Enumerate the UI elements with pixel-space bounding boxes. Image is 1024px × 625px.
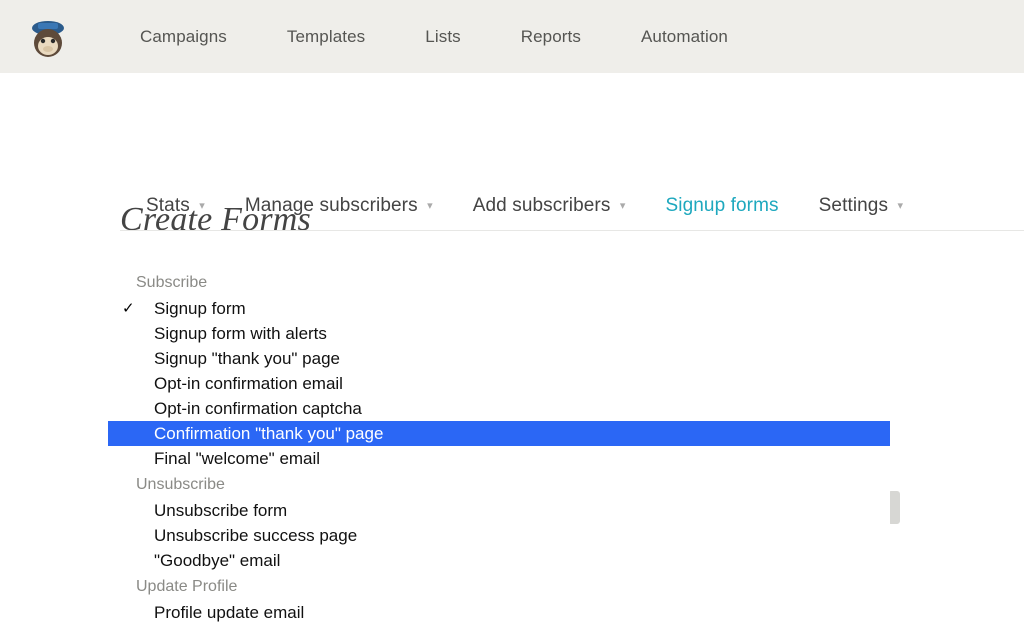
group-unsubscribe: Unsubscribe (108, 471, 890, 498)
tab-manage-subscribers[interactable]: Manage subscribers ▾ (245, 195, 433, 217)
tab-label: Settings (819, 195, 888, 216)
group-subscribe: Subscribe (108, 269, 890, 296)
tab-add-subscribers[interactable]: Add subscribers ▾ (473, 195, 626, 217)
option-unsubscribe-success[interactable]: Unsubscribe success page (108, 523, 890, 548)
option-signup-thank-you[interactable]: Signup "thank you" page (108, 346, 890, 371)
nav-lists[interactable]: Lists (395, 27, 490, 47)
monkey-logo-icon (26, 15, 70, 59)
tab-label: Stats (146, 195, 190, 216)
nav-automation[interactable]: Automation (611, 27, 758, 47)
chevron-down-icon: ▾ (620, 200, 626, 212)
option-goodbye-email[interactable]: "Goodbye" email (108, 548, 890, 573)
tab-label: Manage subscribers (245, 195, 418, 216)
tab-label: Add subscribers (473, 195, 611, 216)
group-update-profile: Update Profile (108, 573, 890, 600)
nav-campaigns[interactable]: Campaigns (110, 27, 257, 47)
chevron-down-icon: ▾ (897, 200, 903, 212)
tab-stats[interactable]: Stats ▾ (146, 195, 205, 217)
tab-settings[interactable]: Settings ▾ (819, 195, 903, 217)
option-optin-confirmation-captcha[interactable]: Opt-in confirmation captcha (108, 396, 890, 421)
forms-dropdown[interactable]: Subscribe Signup form Signup form with a… (108, 269, 890, 625)
option-signup-form-alerts[interactable]: Signup form with alerts (108, 321, 890, 346)
tab-label: Signup forms (665, 195, 778, 216)
tab-signup-forms[interactable]: Signup forms (665, 195, 778, 217)
sub-nav: Stats ▾ Manage subscribers ▾ Add subscri… (120, 191, 1024, 231)
option-unsubscribe-form[interactable]: Unsubscribe form (108, 498, 890, 523)
chevron-down-icon: ▾ (427, 200, 433, 212)
option-confirmation-thank-you[interactable]: Confirmation "thank you" page (108, 421, 890, 446)
logo[interactable] (26, 15, 70, 59)
option-final-welcome-email[interactable]: Final "welcome" email (108, 446, 890, 471)
nav-reports[interactable]: Reports (491, 27, 611, 47)
option-signup-form[interactable]: Signup form (108, 296, 890, 321)
top-nav: Campaigns Templates Lists Reports Automa… (0, 0, 1024, 73)
option-profile-update-email[interactable]: Profile update email (108, 600, 890, 625)
chevron-down-icon: ▾ (199, 200, 205, 212)
nav-templates[interactable]: Templates (257, 27, 395, 47)
option-optin-confirmation-email[interactable]: Opt-in confirmation email (108, 371, 890, 396)
